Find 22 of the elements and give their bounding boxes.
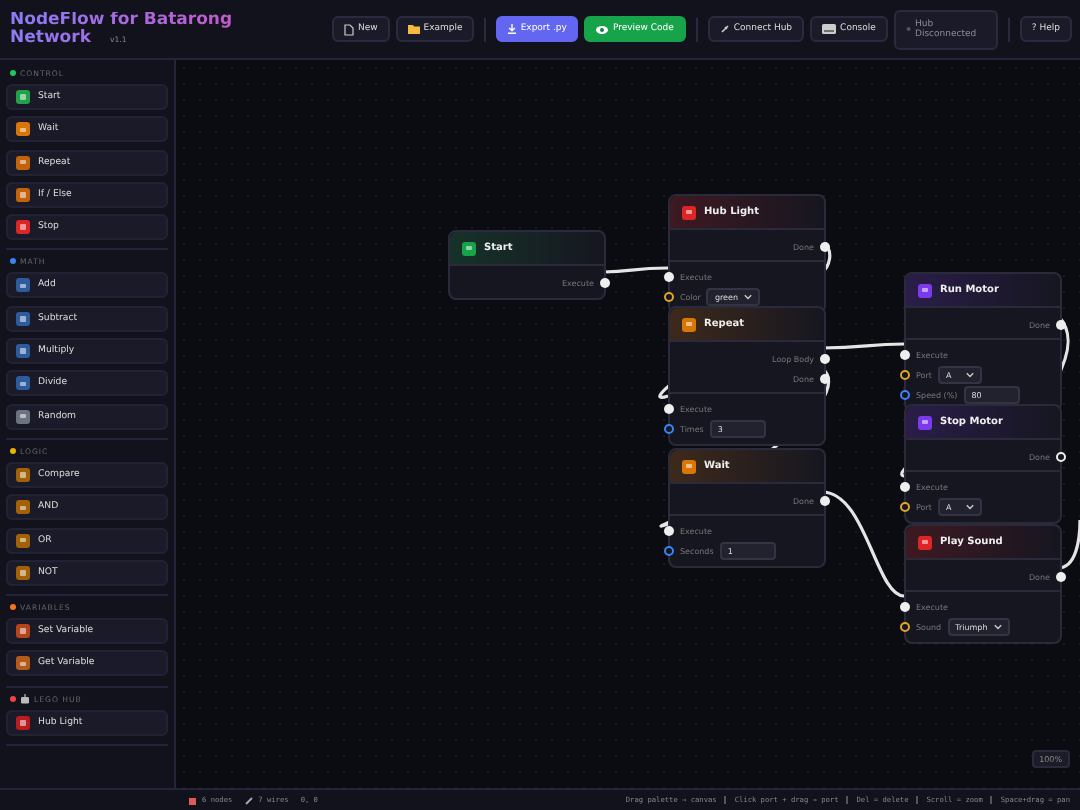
output-port[interactable]	[820, 495, 830, 505]
link-icon	[244, 795, 255, 805]
output-port[interactable]	[820, 241, 830, 251]
download-icon	[508, 24, 517, 34]
chevron-icon	[965, 371, 974, 377]
wire	[1057, 519, 1080, 570]
output-port[interactable]	[820, 353, 830, 363]
output-port[interactable]	[600, 277, 610, 287]
node-icon	[188, 795, 198, 805]
folder-icon	[407, 24, 420, 34]
output-port[interactable]	[1056, 571, 1066, 581]
chevron-icon	[965, 503, 974, 509]
eye-icon	[596, 25, 609, 33]
output-port[interactable]	[820, 373, 830, 383]
chevron-icon	[993, 623, 1002, 629]
file-icon	[343, 23, 354, 35]
output-port[interactable]	[1056, 319, 1066, 329]
output-port[interactable]	[1056, 451, 1066, 461]
plug-icon	[719, 24, 730, 34]
chevron-icon	[744, 293, 753, 299]
keyboard-icon	[822, 24, 837, 34]
robot-icon	[20, 693, 30, 704]
